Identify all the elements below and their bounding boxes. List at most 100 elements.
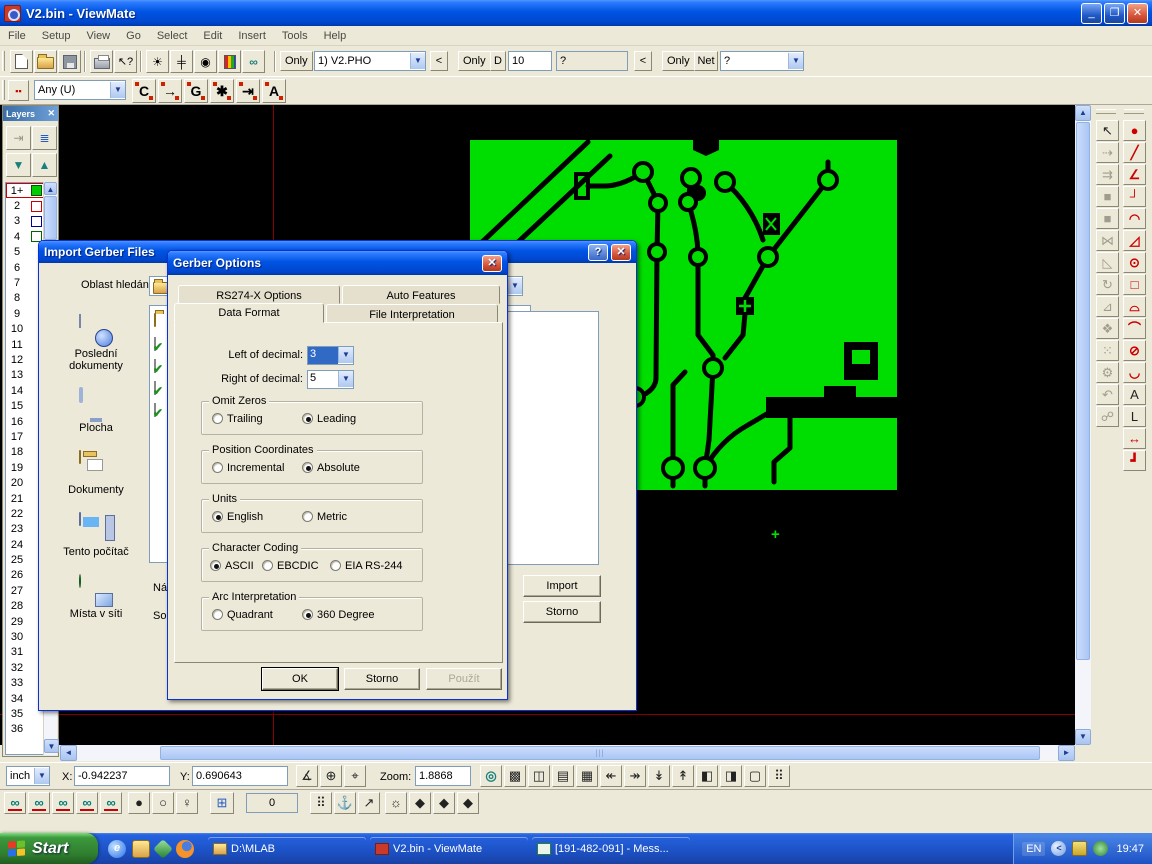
draw-text-tool[interactable]: A xyxy=(1123,384,1146,405)
layer-colors-button[interactable] xyxy=(218,50,241,73)
internet-explorer-icon[interactable]: e xyxy=(108,840,126,858)
draw-polyline-tool[interactable]: ∠ xyxy=(1123,164,1146,185)
horizontal-scroll-thumb[interactable]: ||| xyxy=(160,746,1040,760)
layer-stack-button[interactable]: ≣ xyxy=(32,126,57,150)
radio-absolute[interactable] xyxy=(302,462,313,473)
close-icon[interactable]: ✕ xyxy=(611,244,631,261)
draw-point-tool[interactable]: ● xyxy=(1123,120,1146,141)
vertical-scrollbar[interactable]: ▲ ▼ xyxy=(1075,105,1091,745)
save-file-button[interactable] xyxy=(58,50,81,73)
tile-windows-button[interactable]: ⊞ xyxy=(210,792,234,814)
menu-item[interactable]: Insert xyxy=(230,28,274,44)
radio-quadrant[interactable] xyxy=(212,609,223,620)
grid-toggle-button[interactable]: ▦ xyxy=(576,765,598,787)
place-recent-documents[interactable]: Poslední dokumenty xyxy=(48,315,144,372)
view-film-2-button[interactable]: ∞ xyxy=(28,792,50,814)
settings-tool[interactable]: ⚙ xyxy=(1096,362,1119,383)
layer-combobox[interactable]: 1) V2.PHO ▼ xyxy=(314,51,426,71)
tab-file-interpretation[interactable]: File Interpretation xyxy=(326,304,498,323)
task-viewmate[interactable]: V2.bin - ViewMate xyxy=(370,837,528,861)
scroll-up-icon[interactable]: ▲ xyxy=(1075,105,1091,121)
radio-leading[interactable] xyxy=(302,413,313,424)
right-of-decimal-combobox[interactable]: 5 ▼ xyxy=(307,370,354,389)
move-element-tool[interactable]: ❖ xyxy=(1096,318,1119,339)
draw-chord-tool[interactable]: ⌓ xyxy=(1123,296,1146,317)
horizontal-scrollbar[interactable]: ◄ ||| ► xyxy=(60,745,1075,761)
menu-item[interactable]: View xyxy=(78,28,118,44)
firefox-icon[interactable] xyxy=(176,840,194,858)
dcode-table-button[interactable]: ▤ xyxy=(552,765,574,787)
close-icon[interactable]: ✕ xyxy=(47,108,55,119)
print-button[interactable] xyxy=(90,50,113,73)
layer-color-swatch[interactable] xyxy=(31,185,42,196)
draw-circle-tool[interactable]: ⊙ xyxy=(1123,252,1146,273)
selection-filter-icon[interactable]: ▪▪ xyxy=(8,80,29,101)
filled-rect-tool[interactable]: ■ xyxy=(1096,186,1119,207)
menu-item[interactable]: Edit xyxy=(195,28,230,44)
draw-dimension-tool[interactable]: ↔ xyxy=(1123,428,1146,449)
rotate-tool[interactable]: ↻ xyxy=(1096,274,1119,295)
layer-move-down-button[interactable]: ▼ xyxy=(6,153,31,177)
tile-vertical-button[interactable]: ◨ xyxy=(720,765,742,787)
select-group-button[interactable]: G xyxy=(184,79,208,103)
inspect-view-button[interactable]: ∞ xyxy=(242,50,265,73)
help-icon[interactable]: ? xyxy=(588,244,608,261)
skew-tool[interactable]: ◺ xyxy=(1096,252,1119,273)
ok-button[interactable]: OK xyxy=(262,668,338,690)
scroll-up-icon[interactable]: ▲ xyxy=(44,182,57,195)
view-film-4-button[interactable]: ∞ xyxy=(76,792,98,814)
units-combobox[interactable]: inch ▼ xyxy=(6,766,50,786)
highlight-dcodes-button[interactable]: ▩ xyxy=(504,765,526,787)
stretch-points-button[interactable]: ↗ xyxy=(358,792,380,814)
lasso-select-tool[interactable]: ☍ xyxy=(1096,406,1119,427)
select-trace-button[interactable]: ⇥ xyxy=(236,79,260,103)
select-area-button[interactable]: ▢ xyxy=(744,765,766,787)
zoom-window-button[interactable]: ◫ xyxy=(528,765,550,787)
pan-down-button[interactable]: ↡ xyxy=(648,765,670,787)
x-coordinate-field[interactable]: -0.942237 xyxy=(74,766,170,786)
select-cursor-tool[interactable]: ↖ xyxy=(1096,120,1119,141)
snap-move-tool[interactable]: ⇢ xyxy=(1096,142,1119,163)
select-text-button[interactable]: A xyxy=(262,79,286,103)
draw-arc-angle-tool[interactable]: ◠ xyxy=(1123,208,1146,229)
pad-mode-button[interactable]: ◆ xyxy=(409,792,431,814)
scroll-left-icon[interactable]: ◄ xyxy=(60,745,77,761)
import-button[interactable]: Import xyxy=(523,575,601,597)
pan-up-button[interactable]: ↟ xyxy=(672,765,694,787)
select-points-button[interactable]: ⠿ xyxy=(768,765,790,787)
menu-item[interactable]: File xyxy=(0,28,34,44)
menu-item[interactable]: Setup xyxy=(34,28,79,44)
draw-curve-tool[interactable]: ◡ xyxy=(1123,362,1146,383)
net-combobox[interactable]: ? ▼ xyxy=(720,51,804,71)
zoom-magnifier-button[interactable]: ◎ xyxy=(480,765,502,787)
flash-mode-button[interactable]: ☼ xyxy=(385,792,407,814)
draw-ellipse-tool[interactable]: ⊘ xyxy=(1123,340,1146,361)
layer-move-up-button[interactable]: ▲ xyxy=(32,153,57,177)
task-mlab-folder[interactable]: D:\MLAB xyxy=(208,837,366,861)
menu-item[interactable]: Go xyxy=(118,28,149,44)
radio-trailing[interactable] xyxy=(212,413,223,424)
target-view-button[interactable]: ◉ xyxy=(194,50,217,73)
palette-grip[interactable] xyxy=(1124,109,1144,114)
radio-ebcdic[interactable] xyxy=(262,560,273,571)
filter-combobox[interactable]: Any (U) ▼ xyxy=(34,80,126,100)
place-my-computer[interactable]: Tento počítač xyxy=(48,513,144,558)
tab-data-format[interactable]: Data Format xyxy=(174,303,324,323)
chevron-down-icon[interactable]: ▼ xyxy=(110,82,125,98)
align-points-tool[interactable]: ⁙ xyxy=(1096,340,1119,361)
chevron-down-icon[interactable]: ▼ xyxy=(338,371,353,387)
y-coordinate-field[interactable]: 0.690643 xyxy=(192,766,288,786)
filled-rect-alt-tool[interactable]: ■ xyxy=(1096,208,1119,229)
only-net-button[interactable]: Only xyxy=(662,51,695,71)
dcode-label-button[interactable]: D xyxy=(490,51,506,71)
pan-left-button[interactable]: ↞ xyxy=(600,765,622,787)
mirror-tool[interactable]: ⋈ xyxy=(1096,230,1119,251)
maximize-button[interactable]: ❐ xyxy=(1104,3,1125,24)
chevron-down-icon[interactable]: ▼ xyxy=(410,53,425,69)
radio-metric[interactable] xyxy=(302,511,313,522)
draw-arc-triangle-tool[interactable]: ◿ xyxy=(1123,230,1146,251)
radio-eia-rs244[interactable] xyxy=(330,560,341,571)
gerber-dialog-titlebar[interactable]: Gerber Options ✕ xyxy=(168,251,507,275)
start-button[interactable]: Start xyxy=(0,833,98,864)
close-icon[interactable]: ✕ xyxy=(482,255,502,272)
